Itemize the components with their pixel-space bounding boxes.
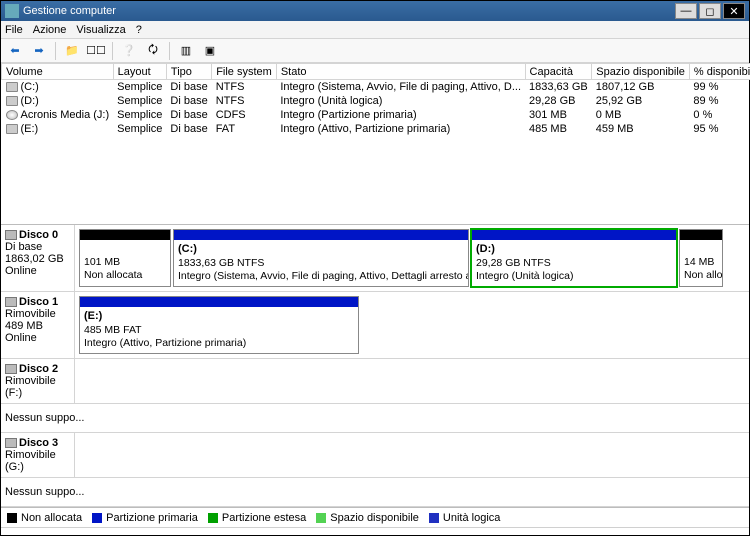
maximize-button[interactable]: ◻: [699, 3, 721, 19]
titlebar: Gestione computer — ◻ ✕: [1, 1, 749, 21]
disks-pane: Disco 0Di base1863,02 GBOnline101 MBNon …: [1, 224, 749, 507]
col-tipo[interactable]: Tipo: [166, 64, 211, 80]
tool2-button[interactable]: ▣: [200, 41, 220, 61]
separator: [169, 42, 170, 60]
disk-parts: 101 MBNon allocata(C:)1833,63 GB NTFSInt…: [75, 225, 749, 291]
partition-stripe: [80, 230, 170, 240]
disk-label: Disco 0Di base1863,02 GBOnline: [1, 225, 75, 291]
toolbar: ⬅ ➡ 📁 ☐☐ ❔ 🗘 ▥ ▣: [1, 39, 749, 63]
col-free[interactable]: Spazio disponibile: [592, 64, 690, 80]
menu-file[interactable]: File: [5, 24, 23, 36]
drive-icon: [6, 110, 18, 120]
legend-ext: Partizione estesa: [208, 512, 306, 524]
disk-row: Disco 0Di base1863,02 GBOnline101 MBNon …: [1, 225, 749, 292]
table-row[interactable]: (C:)SempliceDi baseNTFSIntegro (Sistema,…: [2, 80, 750, 95]
partition[interactable]: (D:)29,28 GB NTFSIntegro (Unità logica): [471, 229, 677, 287]
drive-icon: [6, 96, 18, 106]
disk-label: Disco 3Rimovibile (G:): [1, 433, 75, 477]
bottom-border: [1, 527, 749, 535]
partition-body: (E:)485 MB FATIntegro (Attivo, Partizion…: [80, 307, 358, 353]
partition-body: (D:)29,28 GB NTFSIntegro (Unità logica): [472, 240, 676, 286]
help-button[interactable]: ❔: [119, 41, 139, 61]
col-fs[interactable]: File system: [212, 64, 277, 80]
minimize-button[interactable]: —: [675, 3, 697, 19]
partition[interactable]: 14 MBNon allocat: [679, 229, 723, 287]
disk-row: Disco 2Rimovibile (F:): [1, 359, 749, 404]
disk-row-empty: Nessun suppo...: [1, 478, 749, 507]
table-row[interactable]: Acronis Media (J:)SempliceDi baseCDFSInt…: [2, 108, 750, 122]
col-layout[interactable]: Layout: [113, 64, 166, 80]
tool1-button[interactable]: ▥: [176, 41, 196, 61]
menu-help[interactable]: ?: [136, 24, 142, 36]
table-row[interactable]: (D:)SempliceDi baseNTFSIntegro (Unità lo…: [2, 94, 750, 108]
empty-space: [1, 136, 749, 224]
column-headers[interactable]: Volume Layout Tipo File system Stato Cap…: [2, 64, 750, 80]
disk-row-empty: Nessun suppo...: [1, 404, 749, 433]
swatch-logic: [429, 513, 439, 523]
app-icon: [5, 4, 19, 18]
disk-icon: [5, 297, 17, 307]
disk-label: Disco 1Rimovibile489 MBOnline: [1, 292, 75, 358]
views-button[interactable]: ☐☐: [86, 41, 106, 61]
back-button[interactable]: ⬅: [5, 41, 25, 61]
partition-body: (C:)1833,63 GB NTFSIntegro (Sistema, Avv…: [174, 240, 468, 286]
close-button[interactable]: ✕: [723, 3, 745, 19]
partition[interactable]: (E:)485 MB FATIntegro (Attivo, Partizion…: [79, 296, 359, 354]
col-cap[interactable]: Capacità: [525, 64, 592, 80]
col-volume[interactable]: Volume: [2, 64, 114, 80]
separator: [112, 42, 113, 60]
disk-row: Disco 1Rimovibile489 MBOnline(E:)485 MB …: [1, 292, 749, 359]
disk-label: Disco 2Rimovibile (F:): [1, 359, 75, 403]
disk-row: Disco 3Rimovibile (G:): [1, 433, 749, 478]
col-pct[interactable]: % disponibile: [689, 64, 750, 80]
drive-icon: [6, 124, 18, 134]
refresh-button[interactable]: 🗘: [143, 41, 163, 61]
menu-azione[interactable]: Azione: [33, 24, 67, 36]
partition-stripe: [680, 230, 722, 240]
swatch-free: [316, 513, 326, 523]
col-stato[interactable]: Stato: [276, 64, 525, 80]
separator: [55, 42, 56, 60]
drive-icon: [6, 82, 18, 92]
partition[interactable]: 101 MBNon allocata: [79, 229, 171, 287]
legend-free: Spazio disponibile: [316, 512, 419, 524]
forward-button[interactable]: ➡: [29, 41, 49, 61]
legend: Non allocata Partizione primaria Partizi…: [1, 507, 749, 527]
swatch-nonalloc: [7, 513, 17, 523]
table-row[interactable]: (E:)SempliceDi baseFATIntegro (Attivo, P…: [2, 122, 750, 136]
disk-parts: (E:)485 MB FATIntegro (Attivo, Partizion…: [75, 292, 749, 358]
partition-body: 14 MBNon allocat: [680, 240, 722, 285]
partition-body: 101 MBNon allocata: [80, 240, 170, 285]
volume-table: Volume Layout Tipo File system Stato Cap…: [1, 63, 749, 136]
legend-logic: Unità logica: [429, 512, 500, 524]
disk-icon: [5, 230, 17, 240]
partition-stripe: [174, 230, 468, 240]
partition[interactable]: (C:)1833,63 GB NTFSIntegro (Sistema, Avv…: [173, 229, 469, 287]
swatch-prim: [92, 513, 102, 523]
menu-visualizza[interactable]: Visualizza: [76, 24, 125, 36]
swatch-ext: [208, 513, 218, 523]
explore-button[interactable]: 📁: [62, 41, 82, 61]
disk-icon: [5, 364, 17, 374]
legend-nonalloc: Non allocata: [7, 512, 82, 524]
disk-icon: [5, 438, 17, 448]
no-media-label: Nessun suppo...: [1, 478, 749, 506]
legend-prim: Partizione primaria: [92, 512, 198, 524]
no-media-label: Nessun suppo...: [1, 404, 749, 432]
window-title: Gestione computer: [23, 5, 673, 17]
partition-stripe: [472, 230, 676, 240]
partition-stripe: [80, 297, 358, 307]
menubar: File Azione Visualizza ?: [1, 21, 749, 39]
